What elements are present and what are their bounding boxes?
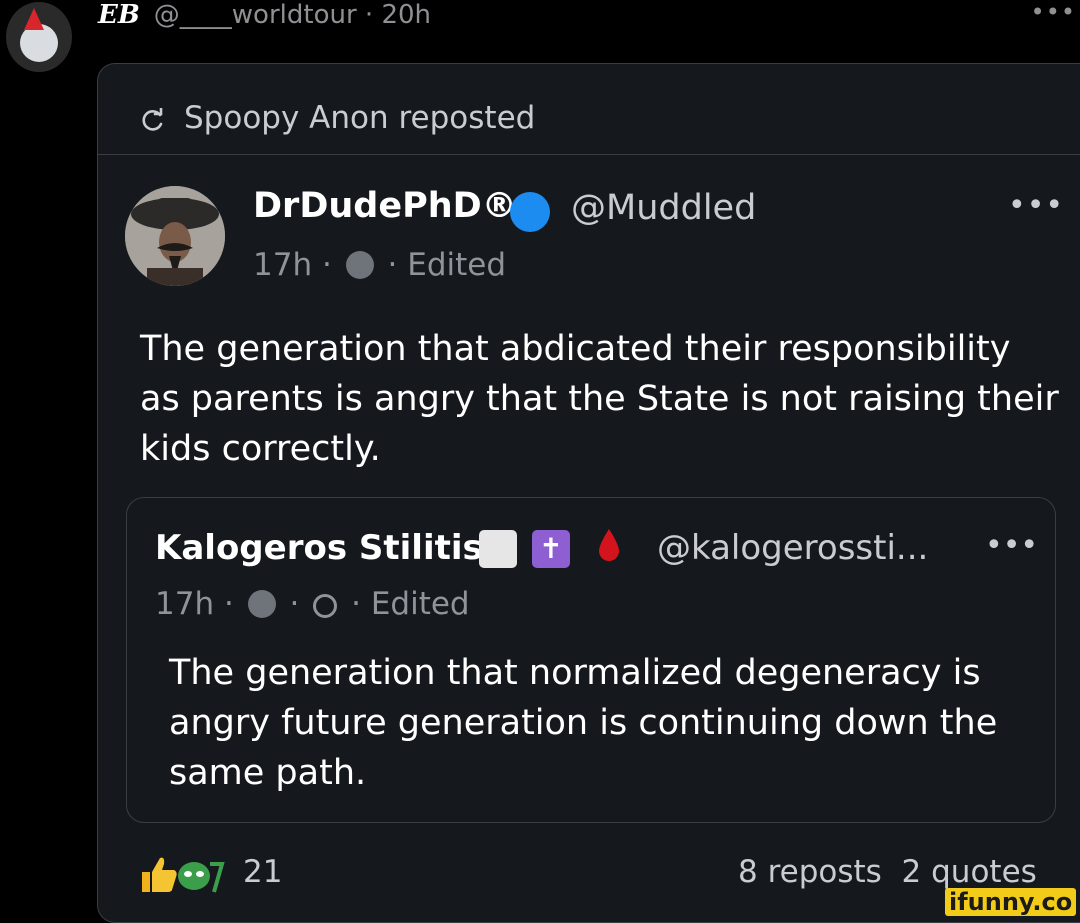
author-avatar[interactable]	[125, 186, 225, 286]
outer-author-name[interactable]: EB	[98, 0, 140, 30]
reaction-count: 21	[243, 854, 283, 890]
post-meta: 17h · · Edited	[253, 247, 506, 283]
timer-icon	[313, 594, 338, 618]
outer-handle-time: @____worldtour · 20h	[153, 0, 432, 30]
verified-badge-icon	[510, 192, 550, 232]
repost-card[interactable]: Spoopy Anon reposted DrDudePhD® @Muddled…	[97, 63, 1080, 923]
ifunny-watermark: ifunny.co	[945, 888, 1077, 916]
globe-icon	[247, 590, 276, 618]
quote-edited: · Edited	[351, 586, 470, 622]
globe-icon	[345, 251, 374, 279]
blood-drop-icon	[599, 529, 619, 561]
outer-avatar[interactable]	[6, 2, 72, 72]
santa-hat-icon	[24, 8, 44, 30]
quote-author-handle[interactable]: @kalogerossti...	[657, 528, 928, 568]
white-square-icon	[479, 530, 517, 568]
quote-body: The generation that normalized degenerac…	[169, 653, 998, 793]
repost-quote-counts: 8 reposts 2 quotes	[738, 854, 1037, 890]
post-time: 17h ·	[253, 247, 332, 283]
post-more-icon[interactable]: •••	[1008, 188, 1064, 223]
quote-author-name[interactable]: Kalogeros Stilitis	[155, 528, 483, 568]
author-handle[interactable]: @Muddled	[571, 188, 756, 228]
quoted-post[interactable]: Kalogeros Stilitis ✝ @kalogerossti... ••…	[126, 497, 1056, 823]
latin-cross-icon: ✝	[532, 530, 570, 568]
quote-meta: 17h · · · Edited	[155, 586, 470, 622]
repost-icon	[142, 108, 163, 131]
quotes-count[interactable]: 2 quotes	[902, 854, 1037, 890]
reposts-count[interactable]: 8 reposts	[738, 854, 882, 890]
repost-bar: Spoopy Anon reposted	[98, 64, 1080, 155]
meta-dot: ·	[289, 586, 300, 622]
outer-post-header: EB @____worldtour · 20h	[98, 0, 431, 34]
quote-more-icon[interactable]: •••	[985, 528, 1038, 563]
outer-more-icon[interactable]: •••	[1031, 0, 1076, 26]
post-body: The generation that abdicated their resp…	[140, 329, 1059, 469]
post-edited: · Edited	[387, 247, 507, 283]
reactions-icon[interactable]	[138, 852, 228, 894]
author-name[interactable]: DrDudePhD®	[253, 186, 517, 226]
quote-time: 17h ·	[155, 586, 234, 622]
author-avatar-image	[125, 186, 225, 286]
repost-label: Spoopy Anon reposted	[184, 100, 536, 136]
